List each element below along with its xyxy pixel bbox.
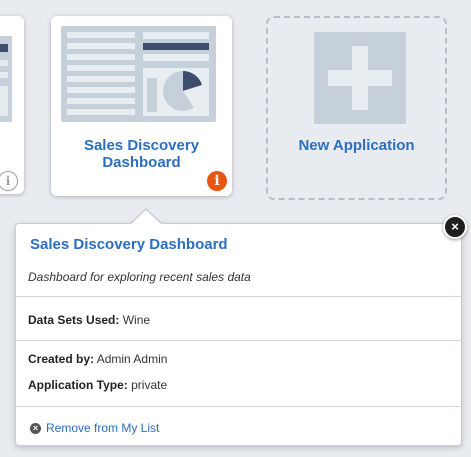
popover-title: Sales Discovery Dashboard bbox=[30, 236, 228, 253]
plus-icon bbox=[314, 32, 406, 124]
divider bbox=[16, 340, 461, 341]
remove-icon: × bbox=[30, 422, 41, 434]
remove-from-list-link[interactable]: × Remove from My List bbox=[30, 421, 159, 435]
close-icon[interactable]: × bbox=[443, 215, 467, 239]
tile-thumbnail bbox=[0, 36, 12, 122]
popover-arrow-fill bbox=[131, 210, 161, 224]
app-tile-partial[interactable]: i bbox=[0, 16, 24, 194]
new-application-tile[interactable]: New Application bbox=[266, 16, 447, 200]
created-by-row: Created by: Admin Admin bbox=[28, 352, 168, 366]
info-icon[interactable]: i bbox=[0, 171, 18, 191]
data-sets-row: Data Sets Used: Wine bbox=[28, 313, 151, 327]
popover-description: Dashboard for exploring recent sales dat… bbox=[28, 270, 251, 284]
dashboard-thumbnail-graphic bbox=[67, 32, 209, 116]
app-tile-sales-discovery[interactable]: Sales Discovery Dashboard i bbox=[51, 16, 232, 196]
divider bbox=[16, 406, 461, 407]
divider bbox=[16, 296, 461, 297]
new-application-label: New Application bbox=[298, 137, 415, 154]
app-details-popover: Sales Discovery Dashboard Dashboard for … bbox=[15, 223, 462, 446]
tile-title[interactable]: Sales Discovery Dashboard bbox=[51, 137, 232, 171]
tile-thumbnail bbox=[61, 26, 216, 122]
application-type-row: Application Type: private bbox=[28, 378, 168, 392]
info-icon[interactable]: i bbox=[207, 171, 227, 191]
